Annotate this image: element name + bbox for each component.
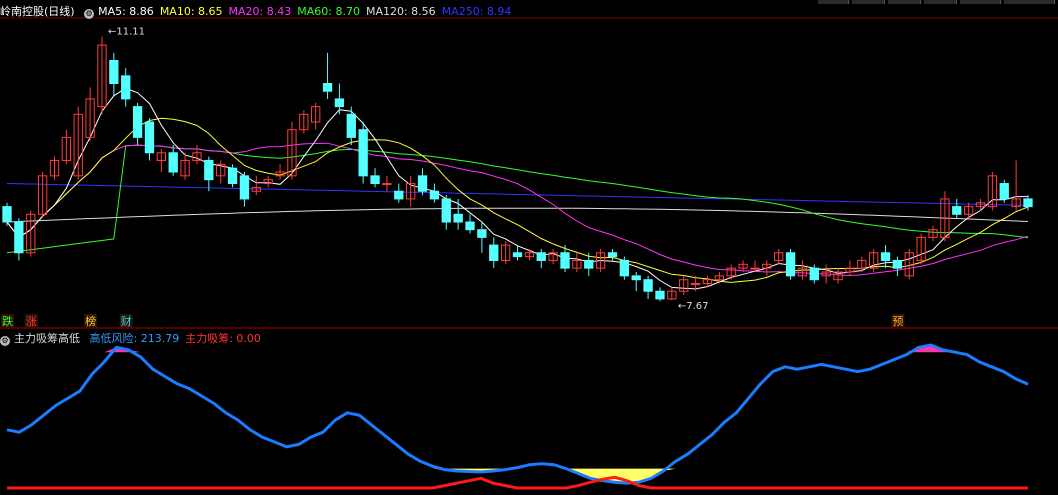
ma120-line bbox=[6, 207, 1029, 223]
signal-marker: 预 bbox=[892, 315, 903, 328]
indicator-legend-item: 高低风险: 213.79 bbox=[89, 332, 180, 345]
candle-body bbox=[168, 152, 178, 173]
candle-body bbox=[584, 259, 594, 269]
main-chart-header: 岭南控股(日线) ⚙ MA5: 8.86 MA10: 8.65 MA20: 8.43 M… bbox=[0, 4, 523, 20]
candle-body bbox=[322, 83, 333, 92]
ma-legend-ma10: MA10: 8.65 bbox=[159, 5, 223, 18]
candle-body bbox=[477, 229, 487, 238]
candle-body bbox=[382, 183, 392, 186]
candle-body bbox=[512, 252, 523, 258]
candle-body bbox=[239, 175, 250, 200]
ma250-line bbox=[6, 183, 1029, 206]
ma60-line bbox=[6, 144, 1029, 254]
candle-body bbox=[631, 275, 641, 281]
candle-body bbox=[132, 106, 143, 138]
ma-legend-ma5: MA5: 8.86 bbox=[98, 5, 154, 18]
candle-body bbox=[109, 59, 119, 85]
candle-body bbox=[536, 252, 546, 261]
candle-body bbox=[144, 121, 155, 154]
price-annotation: ←7.67 bbox=[678, 301, 709, 312]
candle-body bbox=[619, 259, 630, 277]
candle-body bbox=[204, 159, 214, 181]
indicator-legend-item: 主力吸筹: 0.00 bbox=[185, 332, 261, 345]
candle-body bbox=[2, 206, 12, 223]
candle-body bbox=[892, 259, 903, 269]
signal-marker: 涨 bbox=[26, 315, 37, 328]
candle-body bbox=[370, 175, 380, 185]
ma-legend-ma120: MA120: 8.56 bbox=[365, 5, 436, 18]
candle-body bbox=[655, 290, 665, 300]
signal-marker: 财 bbox=[121, 314, 132, 328]
candle-body bbox=[489, 244, 499, 261]
candle-body bbox=[394, 190, 404, 200]
settings-gear-icon[interactable]: ⚙ bbox=[84, 9, 95, 19]
candle-body bbox=[750, 267, 760, 270]
chart-period: (日线) bbox=[44, 5, 75, 18]
candle-body bbox=[417, 175, 428, 192]
indicator-name: 主力吸筹高低 bbox=[14, 332, 80, 345]
accumulation-line bbox=[7, 475, 1028, 490]
candle-body bbox=[785, 252, 796, 277]
candle-body bbox=[880, 252, 891, 261]
ma-legend-ma60: MA60: 8.70 bbox=[297, 5, 360, 18]
ma-legend: MA5: 8.86 MA10: 8.65 MA20: 8.43 MA60: 8.70 M… bbox=[98, 5, 517, 18]
candle-body bbox=[690, 283, 701, 286]
candle-body bbox=[560, 252, 570, 269]
candle-body bbox=[809, 267, 819, 281]
candle-body bbox=[607, 252, 618, 258]
candle-body bbox=[1023, 198, 1033, 208]
candle-body bbox=[465, 221, 475, 231]
candle-body bbox=[121, 75, 131, 100]
signal-marker: 跌 bbox=[2, 314, 13, 328]
price-annotation: ←11.11 bbox=[108, 27, 145, 38]
signal-marker: 榜 bbox=[85, 314, 96, 328]
candle-body bbox=[999, 183, 1009, 200]
candle-body bbox=[429, 190, 440, 200]
stock-chart[interactable]: ←11.11 ←7.67 跌涨 榜 财 预 bbox=[0, 0, 1058, 495]
candle-body bbox=[952, 206, 962, 215]
candle-body bbox=[227, 167, 238, 185]
candle-body bbox=[441, 198, 451, 223]
ma-legend-ma20: MA20: 8.43 bbox=[228, 5, 292, 18]
candle-body bbox=[643, 279, 653, 292]
top-toolbar-strip[interactable] bbox=[818, 0, 1058, 4]
candle-body bbox=[346, 113, 356, 138]
candle-body bbox=[334, 98, 345, 108]
ma-legend-ma250: MA250: 8.94 bbox=[441, 5, 512, 18]
indicator-header: ⚙ 主力吸筹高低 高低风险: 213.79 主力吸筹: 0.00 bbox=[0, 331, 273, 347]
stock-name: 岭南控股 bbox=[0, 5, 44, 18]
candle-body bbox=[453, 213, 463, 223]
candle-body bbox=[358, 129, 368, 177]
indicator-settings-icon[interactable]: ⚙ bbox=[0, 336, 10, 346]
risk-line bbox=[6, 343, 1029, 485]
indicator-legend: 高低风险: 213.79 主力吸筹: 0.00 bbox=[90, 332, 267, 345]
candle-body bbox=[14, 221, 24, 254]
